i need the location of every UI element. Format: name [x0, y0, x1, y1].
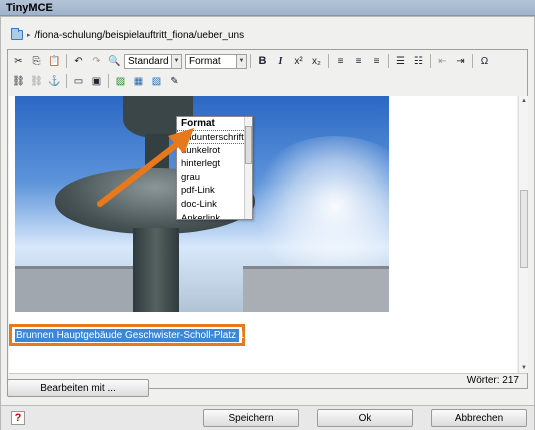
scroll-down-icon[interactable]: ▼	[519, 365, 529, 371]
sunlight-glare	[245, 136, 389, 276]
italic-icon[interactable]: I	[272, 53, 289, 69]
outdent-icon[interactable]: ⇤	[434, 53, 451, 69]
media-icon[interactable]: ▦	[130, 73, 147, 89]
rich-text-editor: ✂ ⎘ 📋 ↶ ↷ 🔍 Standard ▼ Format ▼ B I x² x…	[7, 49, 528, 389]
link-icon[interactable]: ⛓	[10, 73, 27, 89]
chevron-down-icon: ▼	[171, 54, 181, 68]
unlink-icon[interactable]: ⛓	[28, 73, 45, 89]
fountain-top-stem	[145, 134, 169, 172]
editor-scrollbar[interactable]: ▲ ▼	[518, 96, 528, 373]
bullet-list-icon[interactable]: ☰	[392, 53, 409, 69]
format-option[interactable]: dunkelrot	[177, 144, 252, 158]
toolbar-divider	[66, 74, 67, 88]
superscript-icon[interactable]: x²	[290, 53, 307, 69]
format-dropdown[interactable]: Format bildunterschrift dunkelrot hinter…	[176, 116, 253, 220]
paste-icon[interactable]: 📋	[46, 53, 63, 69]
edit-with-button[interactable]: Bearbeiten mit ...	[7, 379, 149, 397]
format-option[interactable]: doc-Link	[177, 198, 252, 212]
anchor-icon[interactable]: ⚓	[46, 73, 63, 89]
redo-icon[interactable]: ↷	[88, 53, 105, 69]
undo-icon[interactable]: ↶	[70, 53, 87, 69]
format-option[interactable]: bildunterschrift	[177, 130, 252, 144]
ok-label: Ok	[358, 412, 372, 424]
subscript-icon[interactable]: x₂	[308, 53, 325, 69]
cut-icon[interactable]: ✂	[10, 53, 27, 69]
indent-icon[interactable]: ⇥	[452, 53, 469, 69]
format-dropdown-header: Format	[181, 118, 215, 129]
style-select[interactable]: Standard ▼	[124, 53, 182, 69]
toolbar-divider	[388, 54, 389, 68]
scrollbar-thumb[interactable]	[520, 190, 528, 268]
toolbar-row-1: ✂ ⎘ 📋 ↶ ↷ 🔍 Standard ▼ Format ▼ B I x² x…	[10, 52, 493, 70]
window-title-bar: TinyMCE	[0, 0, 535, 16]
folder-icon	[11, 28, 23, 40]
toolbar-divider	[250, 54, 251, 68]
image-caption[interactable]: Brunnen Hauptgebäude Geschwister-Scholl-…	[15, 329, 244, 342]
scroll-up-icon[interactable]: ▲	[519, 98, 529, 104]
cancel-label: Abbrechen	[454, 412, 504, 424]
format-option[interactable]: grau	[177, 171, 252, 185]
dropdown-scrollbar[interactable]	[244, 117, 252, 219]
caption-highlight-box: Brunnen Hauptgebäude Geschwister-Scholl-…	[9, 324, 245, 346]
bottom-bar: ? Speichern Ok Abbrechen	[1, 405, 534, 430]
editor-content[interactable]: Brunnen Hauptgebäude Geschwister-Scholl-…	[9, 96, 517, 373]
ok-button[interactable]: Ok	[317, 409, 413, 427]
table-props-icon[interactable]: ▣	[88, 73, 105, 89]
save-label: Speichern	[228, 412, 274, 424]
help-icon[interactable]: ?	[11, 411, 25, 425]
template-icon[interactable]: ▧	[148, 73, 165, 89]
toolbar-divider	[108, 74, 109, 88]
format-option[interactable]: Ankerlink	[177, 212, 252, 219]
dialog-window: ▸ /fiona-schulung/beispielauftritt_fiona…	[0, 16, 535, 430]
fountain-stem	[133, 228, 179, 312]
chevron-down-icon: ▼	[236, 54, 246, 68]
cancel-button[interactable]: Abbrechen	[431, 409, 527, 427]
toolbar-divider	[328, 54, 329, 68]
save-button[interactable]: Speichern	[203, 409, 299, 427]
table-icon[interactable]: ▭	[70, 73, 87, 89]
dropdown-scrollbar-thumb[interactable]	[245, 126, 252, 164]
numbered-list-icon[interactable]: ☷	[410, 53, 427, 69]
toolbar-row-2: ⛓ ⛓ ⚓ ▭ ▣ ▨ ▦ ▧ ✎	[10, 72, 183, 90]
style-select-value: Standard	[128, 55, 169, 67]
path-text: /fiona-schulung/beispielauftritt_fiona/u…	[34, 29, 245, 41]
path-arrow-icon: ▸	[27, 32, 31, 39]
format-select[interactable]: Format ▼	[185, 53, 247, 69]
align-center-icon[interactable]: ≡	[350, 53, 367, 69]
format-option[interactable]: hinterlegt	[177, 157, 252, 171]
window-title: TinyMCE	[6, 2, 53, 14]
align-left-icon[interactable]: ≡	[332, 53, 349, 69]
format-select-value: Format	[189, 55, 221, 67]
edit-with-label: Bearbeiten mit ...	[40, 382, 116, 394]
copy-icon[interactable]: ⎘	[28, 53, 45, 69]
special-char-icon[interactable]: Ω	[476, 53, 493, 69]
edit-icon[interactable]: ✎	[166, 73, 183, 89]
toolbar-divider	[472, 54, 473, 68]
building-left	[15, 266, 135, 312]
toolbar-divider	[430, 54, 431, 68]
word-count: Wörter: 217	[466, 375, 519, 386]
toolbar-divider	[66, 54, 67, 68]
bold-icon[interactable]: B	[254, 53, 271, 69]
building-right	[243, 266, 389, 312]
path-bar: ▸ /fiona-schulung/beispielauftritt_fiona…	[11, 27, 244, 43]
find-icon[interactable]: 🔍	[106, 53, 123, 69]
image-icon[interactable]: ▨	[112, 73, 129, 89]
align-right-icon[interactable]: ≡	[368, 53, 385, 69]
format-option[interactable]: pdf-Link	[177, 184, 252, 198]
